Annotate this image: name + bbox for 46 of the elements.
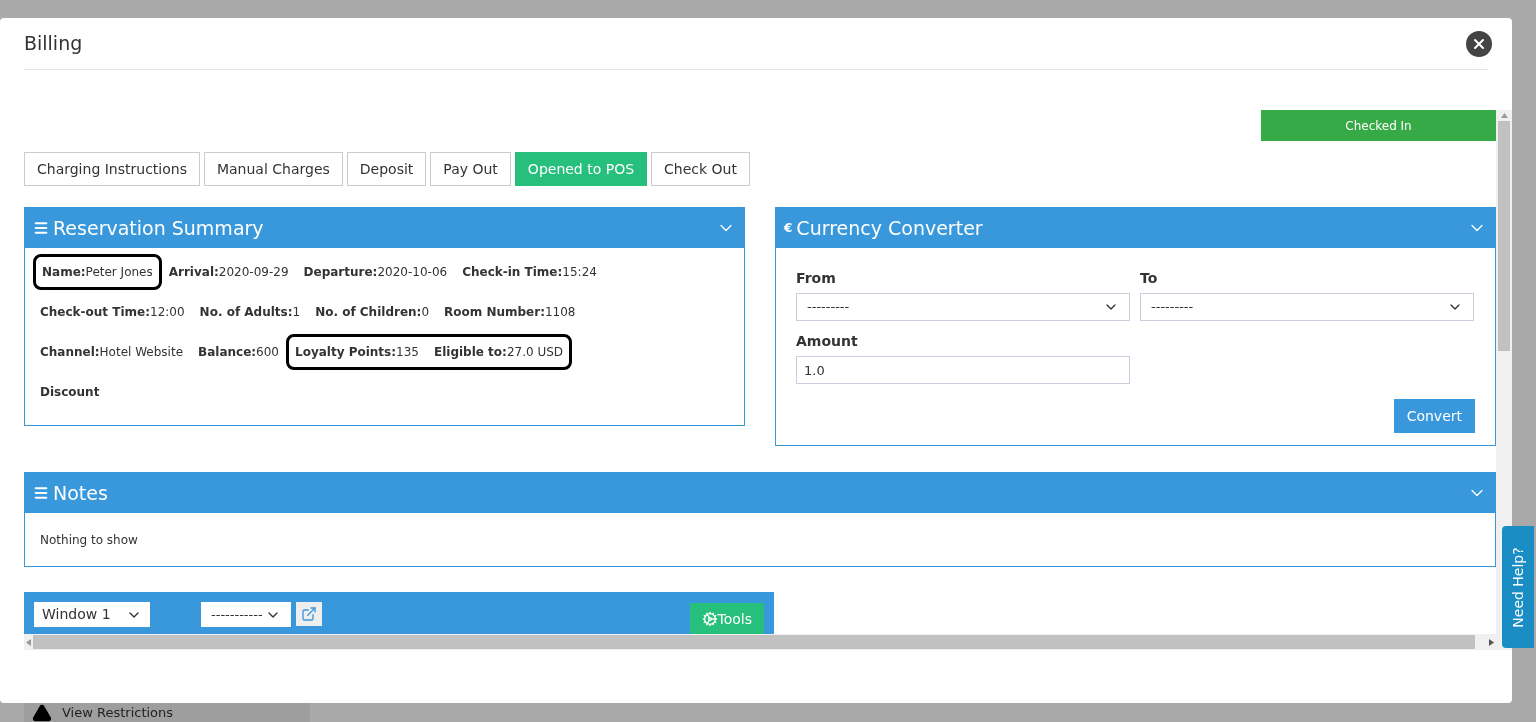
summary-field: Check-out Time:12:00 [40, 303, 185, 321]
tab[interactable]: Pay Out [430, 152, 511, 186]
summary-field: Arrival:2020-09-29 [168, 263, 289, 281]
summary-field: Loyalty Points:135 [295, 343, 419, 361]
need-help-tab[interactable]: Need Help? [1502, 526, 1534, 648]
empty-notes-text: Nothing to show [40, 531, 138, 549]
scroll-right-icon[interactable] [1489, 638, 1494, 646]
panel-title: Notes [53, 480, 108, 506]
summary-field: Channel:Hotel Website [40, 343, 184, 361]
summary-field: Name:Peter Jones [42, 263, 153, 281]
menu-icon [33, 220, 49, 236]
summary-field: Check-in Time:15:24 [462, 263, 597, 281]
status-badge: Checked In [1261, 110, 1496, 141]
from-select[interactable]: --------- [796, 293, 1130, 321]
summary-field: Balance:600 [198, 343, 279, 361]
amount-field[interactable]: 1.0 [796, 356, 1130, 384]
tab[interactable]: Charging Instructions [24, 152, 200, 186]
open-external-button[interactable] [296, 602, 322, 626]
summary-field: Eligible to:27.0 USD [433, 343, 564, 361]
warning-icon [32, 702, 52, 722]
panel-title: Reservation Summary [53, 215, 264, 241]
currency-symbol: € [784, 220, 793, 237]
summary-field: No. of Adults:1 [199, 303, 301, 321]
window-select[interactable]: Window 1 [34, 602, 150, 627]
tab[interactable]: Deposit [346, 152, 427, 186]
external-link-icon [301, 606, 317, 622]
horizontal-scrollbar[interactable] [24, 634, 1496, 650]
view-restrictions-label: View Restrictions [62, 703, 174, 722]
summary-field: Room Number:1108 [444, 303, 576, 321]
menu-icon [33, 485, 49, 501]
summary-field: Departure:2020-10-06 [303, 263, 448, 281]
gear-icon [701, 611, 718, 627]
close-button[interactable] [1466, 30, 1492, 57]
scroll-left-icon[interactable] [26, 638, 31, 646]
dialog-title: Billing [24, 31, 83, 57]
tab[interactable]: Manual Charges [203, 152, 343, 186]
to-select[interactable]: --------- [1140, 293, 1474, 321]
summary-field: Discount [40, 383, 100, 401]
panel-title: Currency Converter [796, 215, 983, 241]
field-label: To [1140, 269, 1159, 288]
field-label: From [796, 269, 837, 288]
layout-select[interactable]: ----------- [201, 602, 291, 627]
field-label: Amount [796, 332, 859, 351]
scroll-up-icon[interactable] [1500, 113, 1508, 118]
summary-field: No. of Children:0 [315, 303, 429, 321]
tab[interactable]: Check Out [651, 152, 750, 186]
